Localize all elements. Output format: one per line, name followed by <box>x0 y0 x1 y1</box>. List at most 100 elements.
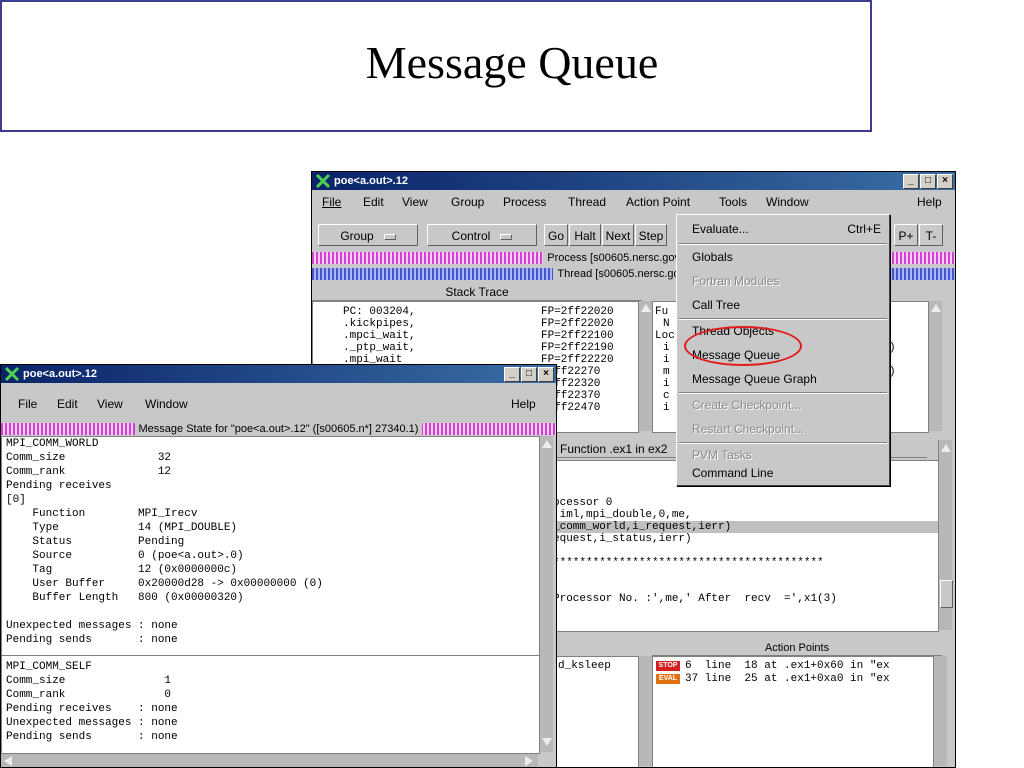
stack-frame-pointer: FP=2ff22020 <box>541 306 614 318</box>
frame-text: Fu <box>655 306 669 318</box>
menu-tools[interactable]: Tools <box>719 195 747 209</box>
menu-item-restart-checkpoint: Restart Checkpoint... <box>692 422 805 436</box>
menu-item-fortran-modules: Fortran Modules <box>692 274 780 288</box>
x-logo-icon <box>315 173 331 189</box>
source-line[interactable]: Processor No. :',me,' After recv =',x1(3… <box>553 593 837 605</box>
go-button[interactable]: Go <box>544 224 568 246</box>
menu-item-call-tree[interactable]: Call Tree <box>677 293 889 317</box>
message-state-line: Status Pending <box>6 536 185 548</box>
thread-list-scrollbar[interactable] <box>638 656 652 766</box>
stack-trace-scrollbar[interactable] <box>638 301 652 431</box>
message-state-line: Comm_size 1 <box>6 675 172 687</box>
thread-list-item[interactable]: d_ksleep <box>558 660 611 672</box>
menu-process[interactable]: Process <box>503 195 546 209</box>
source-line[interactable]: _comm_world,i_request,ierr) <box>553 521 938 533</box>
menu-item-evaluate[interactable]: Evaluate... Ctrl+E <box>677 217 889 241</box>
mq-menubar: File Edit View Window Help <box>1 393 556 415</box>
message-state-scrollbar[interactable] <box>539 436 553 752</box>
stack-frame-name[interactable]: .mpci_wait, <box>343 330 416 342</box>
mq-menu-view[interactable]: View <box>97 397 123 411</box>
action-points-scrollbar[interactable] <box>933 656 947 766</box>
menu-window[interactable]: Window <box>766 195 809 209</box>
minimize-icon[interactable]: _ <box>903 174 919 189</box>
message-state-pane: MPI_COMM_WORLD Comm_size 32 Comm_rank 12 Pe… <box>1 436 540 754</box>
menu-action-point[interactable]: Action Point <box>626 195 690 209</box>
frame-text: i <box>663 378 670 390</box>
step-button[interactable]: Step <box>635 224 667 246</box>
menu-item-globals[interactable]: Globals <box>677 245 889 269</box>
message-state-line: Tag 12 (0x0000000c) <box>6 564 238 576</box>
source-line[interactable]: ****************************************… <box>553 557 824 569</box>
frame-text: i <box>663 354 670 366</box>
menu-item-command-line[interactable]: Command Line <box>677 461 889 485</box>
message-state-line: Comm_rank 0 <box>6 689 172 701</box>
slide-title: Message Queue <box>365 37 659 88</box>
thread-prev-button[interactable]: T- <box>919 224 943 246</box>
stack-frame-pointer: FP=2ff22020 <box>541 318 614 330</box>
message-state-line: Pending receives <box>6 480 112 492</box>
halt-button[interactable]: Halt <box>569 224 601 246</box>
mq-window-title: poe<a.out>.12 <box>23 368 97 380</box>
stop-badge-icon: STOP <box>656 661 680 671</box>
minimize-icon[interactable]: _ <box>504 367 520 382</box>
message-state-line: [0] <box>6 494 26 506</box>
menu-group[interactable]: Group <box>451 195 484 209</box>
message-state-line: Function MPI_Irecv <box>6 508 198 520</box>
stack-frame-name[interactable]: ._ptp_wait, <box>343 342 416 354</box>
message-state-line: MPI_COMM_WORLD <box>6 438 99 450</box>
source-line[interactable]: .iml,mpi_double,0,me, <box>553 509 692 521</box>
mq-menu-help[interactable]: Help <box>511 397 536 411</box>
x-logo-icon <box>4 366 20 382</box>
mq-window-titlebar[interactable]: poe<a.out>.12 _ □ × <box>1 365 556 383</box>
mq-menu-file[interactable]: File <box>18 397 37 411</box>
stack-frame-pointer: FP=2ff22190 <box>541 342 614 354</box>
mq-menu-window[interactable]: Window <box>145 397 188 411</box>
frame-text: m <box>663 366 670 378</box>
close-icon[interactable]: × <box>538 367 554 382</box>
stack-frame-scrollbar[interactable] <box>928 301 942 431</box>
message-state-line: Pending sends : none <box>6 731 178 743</box>
process-next-button[interactable]: P+ <box>894 224 918 246</box>
message-state-line: Comm_rank 12 <box>6 466 172 478</box>
frame-text: i <box>663 402 670 414</box>
frame-text: Loc <box>655 330 675 342</box>
message-state-line: Unexpected messages : none <box>6 620 178 632</box>
maximize-icon[interactable]: □ <box>920 174 936 189</box>
menu-help[interactable]: Help <box>917 195 942 209</box>
close-icon[interactable]: × <box>937 174 953 189</box>
menu-file[interactable]: File <box>322 195 341 209</box>
main-menubar: File Edit View Group Process Thread Acti… <box>312 191 955 213</box>
main-window-titlebar[interactable]: poe<a.out>.12 _ □ × <box>312 172 955 190</box>
source-line[interactable]: ocessor 0 <box>553 497 612 509</box>
message-state-line: MPI_COMM_SELF <box>6 661 92 673</box>
group-selector[interactable]: Group <box>318 224 418 246</box>
menu-item-create-checkpoint: Create Checkpoint... <box>692 398 802 412</box>
stack-frame-name[interactable]: PC: 003204, <box>343 306 416 318</box>
message-state-hscrollbar[interactable] <box>1 753 538 767</box>
stack-trace-header: Stack Trace <box>312 285 642 301</box>
message-state-line: Comm_size 32 <box>6 452 172 464</box>
message-queue-window: poe<a.out>.12 _ □ × File Edit View Windo… <box>0 364 557 768</box>
next-button[interactable]: Next <box>602 224 634 246</box>
message-state-bar: Message State for "poe<a.out>.12" ([s006… <box>1 423 556 435</box>
message-state-line: Type 14 (MPI_DOUBLE) <box>6 522 238 534</box>
control-selector[interactable]: Control <box>427 224 537 246</box>
action-point-row[interactable]: 37 line 25 at .ex1+0xa0 in "ex <box>685 673 890 685</box>
action-point-row[interactable]: 6 line 18 at .ex1+0x60 in "ex <box>685 660 890 672</box>
source-scrollbar[interactable] <box>938 440 953 630</box>
source-line[interactable]: equest,i_status,ierr) <box>553 533 692 545</box>
message-state-line: Unexpected messages : none <box>6 717 178 729</box>
frame-text: N <box>663 318 670 330</box>
mq-menu-edit[interactable]: Edit <box>57 397 78 411</box>
menu-edit[interactable]: Edit <box>363 195 384 209</box>
action-points-pane: STOP 6 line 18 at .ex1+0x60 in "ex EVAL … <box>652 656 934 767</box>
message-state-line: Pending sends : none <box>6 634 178 646</box>
menu-thread[interactable]: Thread <box>568 195 606 209</box>
menu-item-message-queue-graph[interactable]: Message Queue Graph <box>677 367 889 391</box>
menu-view[interactable]: View <box>402 195 428 209</box>
stack-frame-pointer: FP=2ff22100 <box>541 330 614 342</box>
message-queue-highlight-circle <box>684 326 802 366</box>
stack-frame-name[interactable]: .kickpipes, <box>343 318 416 330</box>
main-window-title: poe<a.out>.12 <box>334 175 408 187</box>
maximize-icon[interactable]: □ <box>521 367 537 382</box>
